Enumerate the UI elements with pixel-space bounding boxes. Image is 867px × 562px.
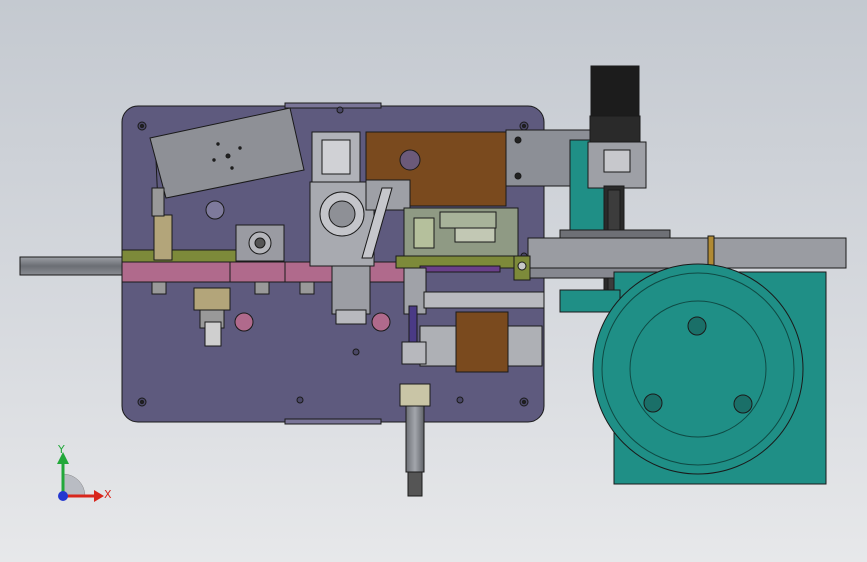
brass-block-hole xyxy=(399,149,421,171)
x-axis-label: X xyxy=(104,488,112,501)
plate-bottom-tab xyxy=(284,418,382,425)
right-slide-bar xyxy=(423,291,545,309)
coordinate-triad: Y X xyxy=(57,443,112,502)
plate-hole xyxy=(205,200,225,220)
wire-reel[interactable] xyxy=(592,263,804,475)
lower-left-bracket xyxy=(193,287,231,311)
purple-rod xyxy=(408,305,418,347)
plate-top-tab xyxy=(284,102,382,109)
z-axis-indicator xyxy=(58,491,68,501)
cylinder-fitting xyxy=(407,471,423,497)
graphics-viewport[interactable]: Y X xyxy=(0,0,867,562)
lower-left-cylinder xyxy=(204,321,222,347)
pink-plug-right xyxy=(371,312,391,332)
cylinder-flange xyxy=(399,383,431,407)
center-lower-block xyxy=(331,265,371,315)
cad-model-view[interactable]: Y X xyxy=(0,0,867,562)
feed-tube xyxy=(527,237,847,269)
lower-brass-block xyxy=(455,311,509,373)
y-axis-label: Y xyxy=(57,443,65,456)
purple-strip xyxy=(419,265,501,273)
machine-assembly xyxy=(19,65,847,497)
vertical-guide-left xyxy=(153,214,173,261)
feed-rod-left xyxy=(19,256,126,276)
lower-cylinder xyxy=(405,405,425,473)
rail-top-guide xyxy=(121,249,238,263)
feed-rail xyxy=(121,261,423,283)
pink-plug-left xyxy=(234,312,254,332)
